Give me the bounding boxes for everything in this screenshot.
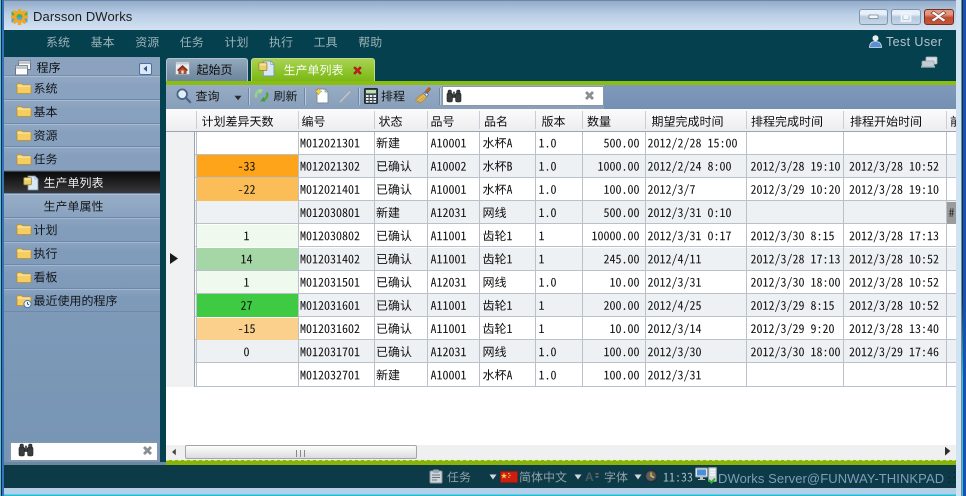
svg-text:A: A — [585, 470, 594, 483]
